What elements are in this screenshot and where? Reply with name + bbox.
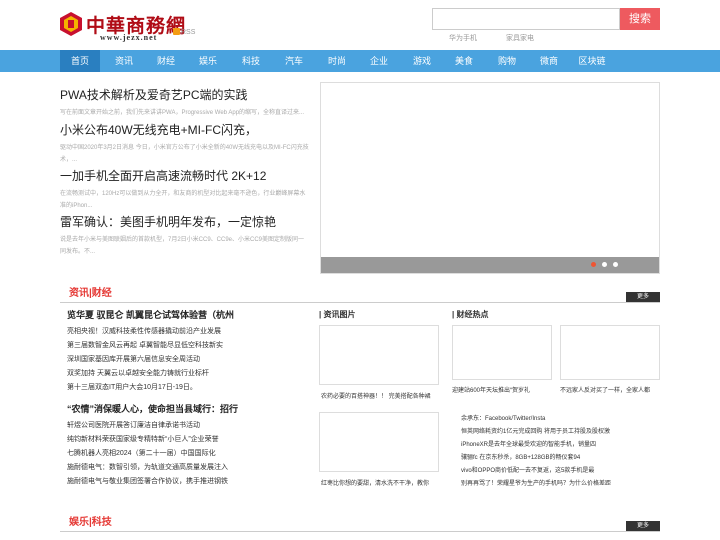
list-item[interactable]: 轩煜公司医院开展答订廉洁自律承诺书活动 [67,420,200,430]
list-item[interactable]: 施耐德电气：数智引领，为轨道交通高质量发展注入 [67,462,228,472]
list-item[interactable]: 七腾机器人亮相2024（第二十一届）中国国际化 [67,448,216,458]
article-desc: 写在前面文章开始之前，我们先来讲讲PWA，Progressive Web App… [60,110,305,116]
list-item[interactable]: 亮相央视！汉威科技柔性传感器撬动前沿产业发展 [67,326,221,336]
side-list-item[interactable]: 余承东：Facebook/Twitter/Insta [461,413,545,422]
hot-link[interactable]: 华为手机 [449,33,477,43]
side-list-item[interactable]: 骧骊fc 在京东秒杀，8GB+128GB的畅仪套94 [461,452,580,461]
top-article[interactable]: 雷军确认：美图手机明年发布，一定惊艳 说是去年小米与美图联姻后的首款机型，7月2… [60,213,310,258]
nav-item-food[interactable]: 美食 [444,50,484,72]
news-image[interactable] [319,325,439,385]
top-article[interactable]: 一加手机全面开启高速流畅时代 2K+12 在流畅测试中，120Hz可以做到从力全… [60,167,310,212]
nav-item-finance[interactable]: 财经 [146,50,186,72]
list-item[interactable]: 纯钧新材料荣获国家级专精特新“小巨人”企业荣誉 [67,434,219,444]
slider-dot[interactable] [613,262,618,267]
nav-item-games[interactable]: 游戏 [402,50,442,72]
top-article[interactable]: PWA技术解析及爱奇艺PC端的实践 写在前面文章开始之前，我们先来讲讲PWA，P… [60,86,310,119]
search-input[interactable] [432,8,620,30]
nav-item-fashion[interactable]: 时尚 [317,50,357,72]
side-list-item[interactable]: 别再再骂了！荣耀星爷为生产的手机吗？为什么价格差距 [461,478,611,487]
section-title[interactable]: 资讯|财经 [69,284,112,299]
article-desc: 驱动中国2020年3月2日消息 今日，小米官方公布了小米全新的40W无线充电以及… [60,145,309,163]
nav-item-news[interactable]: 资讯 [104,50,144,72]
article-title[interactable]: PWA技术解析及爱奇艺PC端的实践 [60,86,310,103]
more-button[interactable]: 更多 [626,292,660,302]
side-list-item[interactable]: vivo和OPPO商价低配一去不复返，这5款手机是最 [461,465,594,474]
nav-item-blockchain[interactable]: 区块链 [572,50,612,72]
article-desc: 说是去年小米与美图联姻后的首款机型，7月2日小米CC9、CC9e、小米CC9美图… [60,237,305,255]
side-list-item[interactable]: 恒英网络耗资约1亿元完成回购 将用于员工持股及股权激 [461,426,610,435]
article-title[interactable]: 一加手机全面开启高速流畅时代 2K+12 [60,167,310,184]
rss-link[interactable]: RSS [173,28,195,36]
nav-item-tech[interactable]: 科技 [231,50,271,72]
slider-dot[interactable] [591,262,596,267]
hot-link[interactable]: 家具家电 [506,33,534,43]
nav-item-wechat-business[interactable]: 微商 [529,50,569,72]
news-image[interactable] [452,325,552,380]
list-item[interactable]: 第十三届双态IT用户大会10月17日-19日。 [67,382,197,392]
article-title[interactable]: 雷军确认：美图手机明年发布，一定惊艳 [60,213,310,230]
list-item[interactable]: 第三届数智金风云再起 卓翼智能尽显低空科技新实 [67,340,223,350]
column-title[interactable]: | 资讯图片 [319,309,355,320]
nav-item-auto[interactable]: 汽车 [274,50,314,72]
nav-item-home[interactable]: 首页 [60,50,100,72]
more-button[interactable]: 更多 [626,521,660,531]
top-article[interactable]: 小米公布40W无线充电+MI-FC闪充， 驱动中国2020年3月2日消息 今日，… [60,121,310,166]
slider-dot[interactable] [602,262,607,267]
image-caption[interactable]: 不远家人反对买了一样，全家人都 [560,385,650,394]
nav-item-enterprise[interactable]: 企业 [359,50,399,72]
article-title[interactable]: 小米公布40W无线充电+MI-FC闪充， [60,121,310,138]
list-headline[interactable]: 览华夏 驭昆仑 凯翼昆仑试驾体验营（杭州 [67,308,234,321]
logo-url: www.jezx.net [100,33,158,42]
section-divider [60,531,660,532]
image-slider[interactable] [320,82,660,274]
list-headline[interactable]: “农情”消保暖人心，使命担当县域行：招行 [67,402,238,415]
list-item[interactable]: 施耐德电气与敬业集团签署合作协议，携手推进钢铁 [67,476,228,486]
list-item[interactable]: 深圳国家基因库开展第六届信息安全周活动 [67,354,200,364]
site-logo[interactable]: 中華商務網 www.jezx.net [60,12,185,42]
image-caption[interactable]: 迎建站600年天坛推出“贺岁礼 [452,385,530,394]
rss-label: RSS [181,29,196,36]
side-list-item[interactable]: iPhoneXR是去年全球最受欢迎的智能手机，销量四 [461,439,596,448]
image-caption[interactable]: 红枣比你想的要甜，清水洗不干净，教你 [321,478,429,487]
article-desc: 在流畅测试中，120Hz可以做到从力全开，和友商的机型对比起来毫不逊色，行业巅峰… [60,191,306,209]
news-image[interactable] [319,412,439,472]
nav-item-shopping[interactable]: 购物 [487,50,527,72]
logo-emblem-icon [60,12,82,36]
rss-icon [173,28,180,35]
main-nav: 首页 资讯 财经 娱乐 科技 汽车 时尚 企业 游戏 美食 购物 微商 区块链 [0,50,720,72]
slider-bar [321,257,659,273]
site-header: 中華商務網 www.jezx.net RSS 搜索 华为手机 家具家电 [0,0,720,50]
section-title[interactable]: 娱乐|科技 [69,513,112,528]
image-caption[interactable]: 农药必要的百搭神器！！ 完美搭配各种裙 [321,391,431,400]
list-item[interactable]: 双奖加持 天翼云以卓越安全能力铸就行业标杆 [67,368,209,378]
news-image[interactable] [560,325,660,380]
nav-item-entertainment[interactable]: 娱乐 [188,50,228,72]
search-button[interactable]: 搜索 [620,8,660,30]
section-divider [60,302,660,303]
column-title[interactable]: | 财经热点 [452,309,488,320]
